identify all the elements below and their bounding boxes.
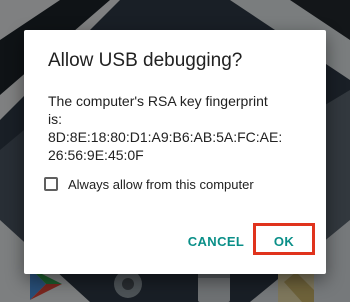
dialog-message: The computer's RSA key fingerprint is: 8…: [48, 92, 310, 164]
dialog-title: Allow USB debugging?: [48, 50, 243, 71]
always-allow-checkbox[interactable]: [44, 177, 58, 191]
fingerprint-line: 26:56:9E:45:0F: [48, 147, 144, 163]
message-line: is:: [48, 111, 62, 127]
message-line: The computer's RSA key fingerprint: [48, 93, 268, 109]
always-allow-label[interactable]: Always allow from this computer: [68, 177, 254, 192]
usb-debugging-dialog: Allow USB debugging? The computer's RSA …: [24, 30, 326, 274]
cancel-button[interactable]: CANCEL: [184, 230, 248, 254]
always-allow-row[interactable]: Always allow from this computer: [44, 174, 254, 194]
fingerprint-line: 8D:8E:18:80:D1:A9:B6:AB:5A:FC:AE:: [48, 129, 283, 145]
ok-button[interactable]: OK: [253, 223, 315, 255]
